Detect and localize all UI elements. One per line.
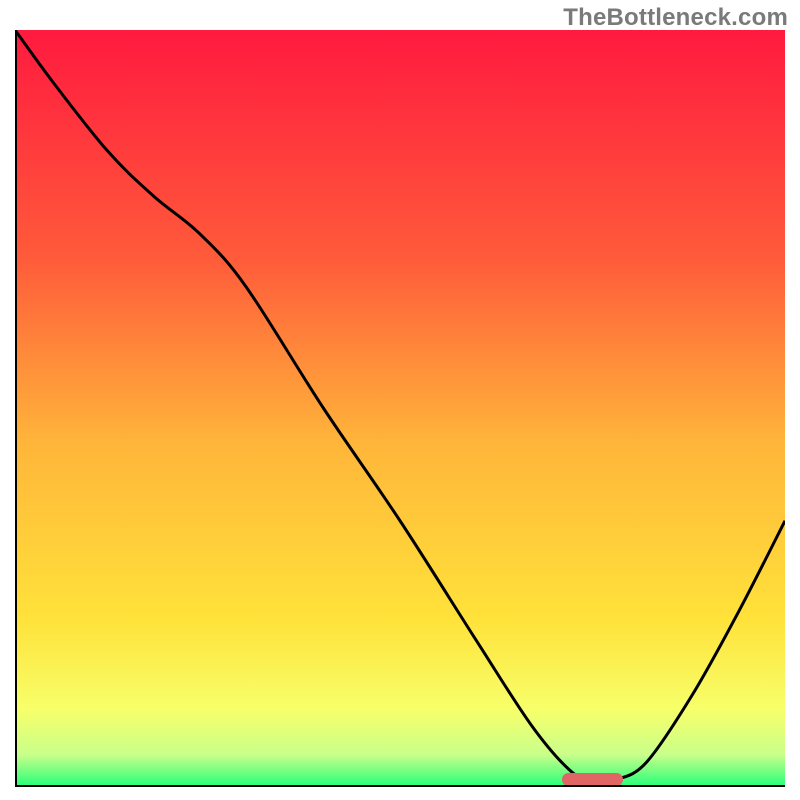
plot-area <box>15 30 785 785</box>
chart-container: TheBottleneck.com <box>0 0 800 800</box>
x-axis <box>15 785 785 787</box>
watermark-text: TheBottleneck.com <box>563 4 788 32</box>
y-axis <box>15 30 17 785</box>
optimal-marker <box>562 773 624 785</box>
bottleneck-curve <box>15 30 785 782</box>
curve-layer <box>15 30 785 785</box>
